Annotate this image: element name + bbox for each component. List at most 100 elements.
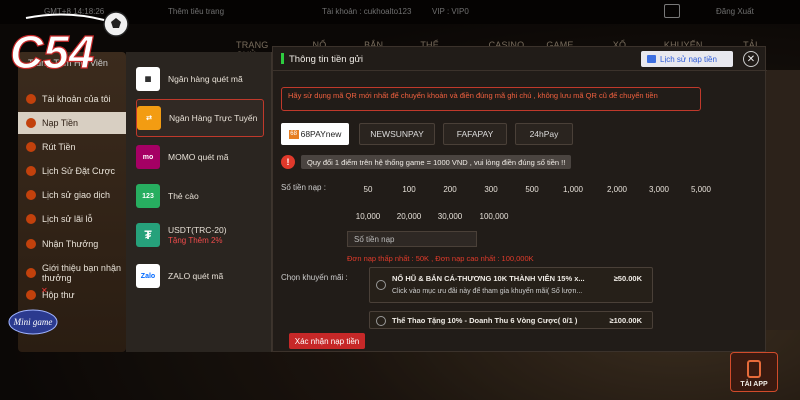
deposit-modal: Thông tin tiền gửi Lịch sử nạp tiền ✕ Hã… [272, 46, 767, 352]
logo-text: C54 [10, 26, 94, 78]
sidebar-item-transactions[interactable]: Lịch sử giao dịch [18, 184, 126, 206]
confirm-deposit-button[interactable]: Xác nhận nạp tiền [289, 333, 365, 349]
sidebar-item-label: Lịch sử lãi lỗ [42, 214, 93, 224]
sidebar-item-deposit[interactable]: Nạp Tiền [18, 112, 126, 134]
amount-option[interactable]: 10,000 [350, 208, 386, 224]
gift-icon [26, 239, 36, 249]
history-icon [26, 166, 36, 176]
amount-input[interactable]: Số tiền nạp [347, 231, 477, 247]
promo-radio[interactable] [376, 316, 386, 326]
amount-option[interactable]: 500 [514, 181, 550, 197]
amount-option[interactable]: 1,000 [555, 181, 591, 197]
method-online-banking[interactable]: ⇄ Ngân Hàng Trực Tuyến [136, 99, 264, 137]
gateway-newsunpay[interactable]: NEWSUNPAY [359, 123, 435, 145]
method-bank-qr[interactable]: ▦ Ngân hàng quét mã [136, 60, 264, 98]
bank-transfer-icon: ⇄ [137, 106, 161, 130]
phone-icon [747, 360, 761, 378]
withdraw-icon [26, 142, 36, 152]
promo-title: Thể Thao Tặng 10% - Doanh Thu 6 Vòng Cượ… [392, 316, 578, 325]
referral-icon [26, 268, 36, 278]
sidebar-item-label: Nạp Tiền [42, 118, 79, 128]
method-scratch-card[interactable]: 123 Thẻ cào [136, 177, 264, 215]
promo-min-amount: ≥50.00K [613, 274, 642, 283]
warning-icon: ! [281, 155, 295, 169]
mini-game-text: Mini game [13, 317, 53, 327]
gateway-68paynew[interactable]: 68 68PAYnew [281, 123, 349, 145]
modal-title: Thông tin tiền gửi [289, 54, 363, 65]
history-icon [647, 55, 656, 63]
promo-min-amount: ≥100.00K [609, 316, 642, 325]
sidebar-item-label: Rút Tiền [42, 142, 76, 152]
gateway-label: NEWSUNPAY [370, 129, 424, 139]
sidebar-item-my-account[interactable]: Tài khoản của tôi [18, 88, 126, 110]
tether-icon: ₮ [136, 223, 160, 247]
mailbox-icon [26, 290, 36, 300]
gateway-fafapay[interactable]: FAFAPAY [443, 123, 507, 145]
amount-option[interactable]: 30,000 [432, 208, 468, 224]
deposit-icon [26, 118, 36, 128]
chart-icon [26, 214, 36, 224]
amount-option[interactable]: 200 [432, 181, 468, 197]
amount-option[interactable]: 300 [473, 181, 509, 197]
user-icon [26, 94, 36, 104]
gateway-label: 68PAYnew [300, 129, 342, 139]
method-label: Ngân hàng quét mã [168, 73, 243, 84]
sidebar-item-bet-history[interactable]: Lịch Sử Đặt Cược [18, 160, 126, 182]
gateway-24hpay[interactable]: 24hPay [515, 123, 573, 145]
amount-option[interactable]: 5,000 [683, 181, 719, 197]
method-usdt[interactable]: ₮ USDT(TRC-20) Tặng Thêm 2% [136, 216, 264, 254]
amount-label: Số tiền nạp : [281, 183, 326, 192]
download-app-button[interactable]: TẢI APP [730, 352, 778, 392]
mini-game-logo[interactable]: Mini game [6, 306, 60, 338]
background-panel [766, 70, 800, 330]
promo-option[interactable]: NỔ HŨ & BẮN CÁ-THƯƠNG 10K THÀNH VIÊN 15%… [369, 267, 653, 303]
method-label: Ngân Hàng Trực Tuyến [169, 112, 258, 123]
method-zalo-qr[interactable]: Zalo ZALO quét mã [136, 257, 264, 295]
sidebar-item-label: Giới thiệu bạn nhận thưởng [42, 263, 121, 283]
method-label: MOMO quét mã [168, 151, 229, 162]
promo-label: Chọn khuyến mãi : [281, 273, 348, 282]
promo-radio[interactable] [376, 280, 386, 290]
payment-methods: ▦ Ngân hàng quét mã ⇄ Ngân Hàng Trực Tuy… [126, 52, 272, 352]
method-bonus: Tặng Thêm 2% [168, 236, 223, 245]
method-label: USDT(TRC-20) [168, 225, 227, 235]
sidebar-item-profit-loss[interactable]: Lịch sử lãi lỗ [18, 208, 126, 230]
close-icon[interactable]: ✕ [743, 51, 759, 67]
promo-desc: Click vào mục ưu đãi này để tham gia khu… [392, 288, 583, 295]
modal-header: Thông tin tiền gửi Lịch sử nạp tiền ✕ [273, 47, 767, 71]
qr-notice: Hãy sử dụng mã QR mới nhất để chuyển kho… [281, 87, 701, 111]
amount-option[interactable]: 3,000 [641, 181, 677, 197]
sidebar-item-rewards[interactable]: Nhận Thưởng [18, 233, 126, 255]
title-accent-bar [281, 53, 284, 64]
promo-title: NỔ HŨ & BẮN CÁ-THƯƠNG 10K THÀNH VIÊN 15%… [392, 274, 585, 283]
sidebar-item-label: Tài khoản của tôi [42, 94, 111, 104]
promo-option[interactable]: Thể Thao Tặng 10% - Doanh Thu 6 Vòng Cượ… [369, 311, 653, 329]
transaction-icon [26, 190, 36, 200]
momo-icon: mo [136, 145, 160, 169]
method-label: Thẻ cào [168, 190, 199, 201]
deposit-history-button[interactable]: Lịch sử nạp tiền [641, 51, 733, 67]
inbox-badge: ✕ [41, 286, 48, 295]
amount-option[interactable]: 50 [350, 181, 386, 197]
download-app-label: TẢI APP [740, 381, 768, 388]
amount-option[interactable]: 2,000 [599, 181, 635, 197]
card-icon: 123 [136, 184, 160, 208]
method-label: ZALO quét mã [168, 270, 224, 281]
sidebar-item-withdraw[interactable]: Rút Tiền [18, 136, 126, 158]
sidebar-item-inbox[interactable]: Hộp thư [18, 284, 126, 306]
gateway-label: 24hPay [529, 129, 559, 139]
exchange-info: Quy đổi 1 điểm trên hệ thống game = 1000… [301, 155, 572, 169]
zalo-icon: Zalo [136, 264, 160, 288]
history-label: Lịch sử nạp tiền [660, 54, 717, 64]
method-momo-qr[interactable]: mo MOMO quét mã [136, 138, 264, 176]
deposit-limits: Đơn nạp thấp nhất : 50K , Đơn nạp cao nh… [347, 254, 534, 263]
sidebar-item-label: Nhận Thưởng [42, 239, 99, 249]
sidebar-item-label: Lịch sử giao dịch [42, 190, 111, 200]
amount-option[interactable]: 100 [391, 181, 427, 197]
sidebar-item-label: Lịch Sử Đặt Cược [42, 166, 115, 176]
amount-option[interactable]: 100,000 [473, 208, 515, 224]
gateway-icon: 68 [288, 129, 299, 139]
c54-logo: C54 [9, 11, 129, 79]
qr-code-icon: ▦ [136, 67, 160, 91]
amount-option[interactable]: 20,000 [391, 208, 427, 224]
